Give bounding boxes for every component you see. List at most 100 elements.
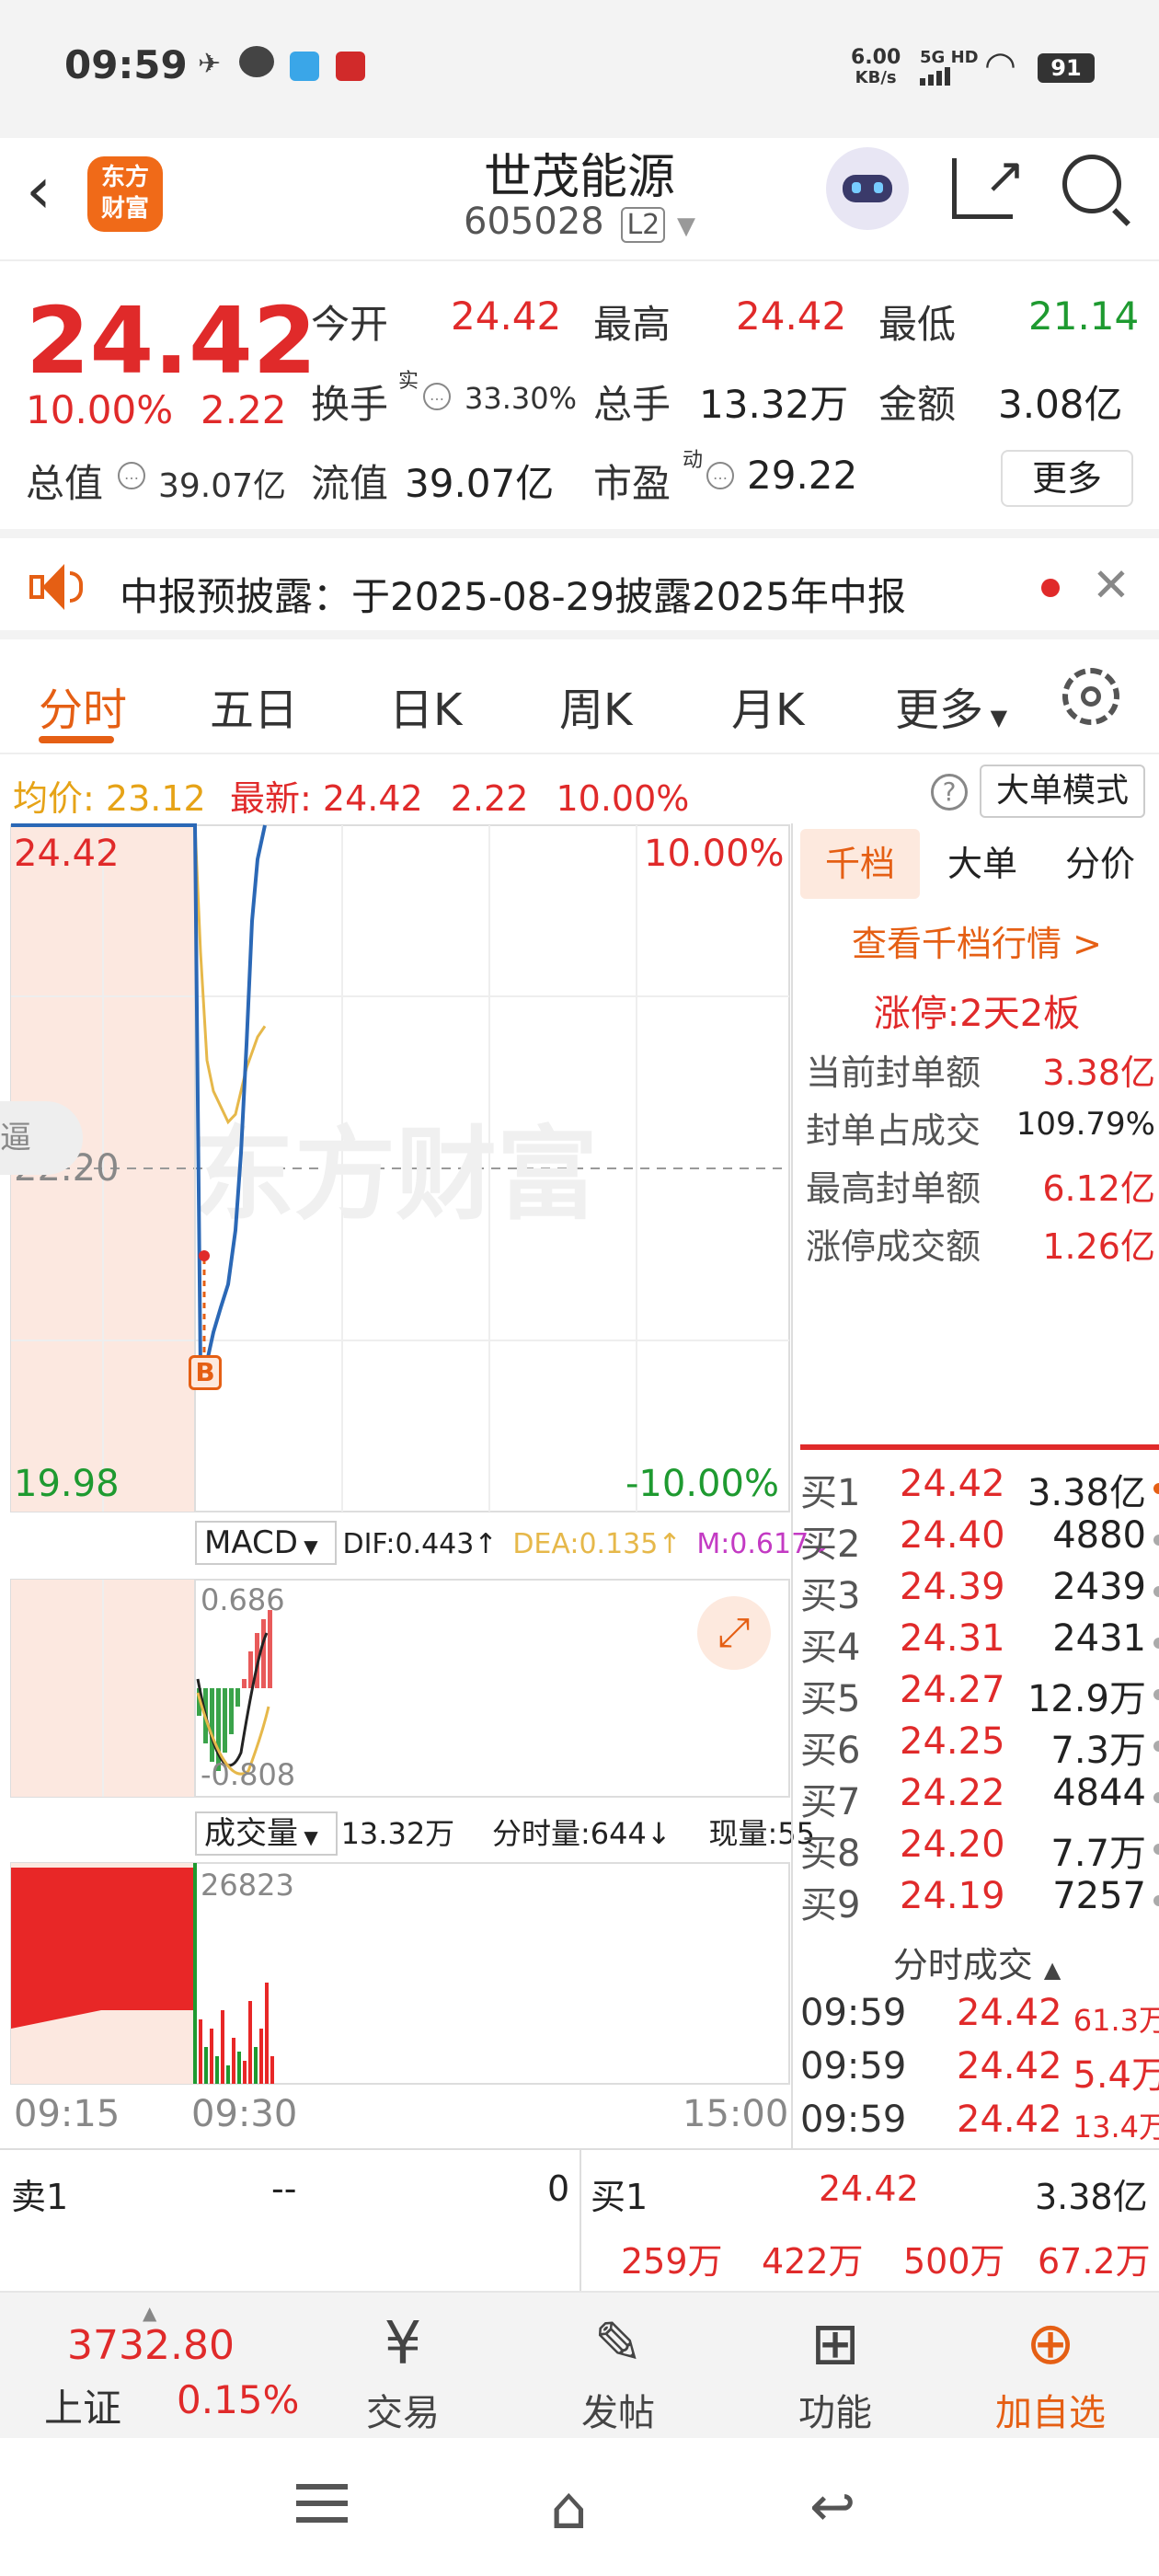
tab-five-day[interactable]: 五日 <box>210 673 298 738</box>
app2-icon <box>336 52 365 81</box>
volume-bar <box>243 2061 247 2084</box>
settings-icon[interactable] <box>1062 668 1119 725</box>
macd-bar <box>235 1688 240 1707</box>
search-icon[interactable] <box>1062 155 1130 226</box>
add-watchlist-button[interactable]: ⊕ 加自选 <box>968 2311 1133 2436</box>
extra-4: 67.2万 <box>1038 2241 1151 2282</box>
menu-icon[interactable] <box>296 2484 348 2523</box>
buy1-vol: 3.38亿 <box>1035 2177 1148 2217</box>
info-icon[interactable]: … <box>423 383 451 410</box>
stock-header: ‹ 东方 财富 世茂能源 605028 L2 ▼ ↗ <box>0 138 1159 258</box>
more-button[interactable]: 更多 <box>1001 450 1133 507</box>
limit-up-info: 涨停:2天2板 <box>873 993 1081 1035</box>
close-icon[interactable]: ✕ <box>1092 558 1130 612</box>
help-icon[interactable]: ? <box>931 774 968 811</box>
book-dot <box>1153 1741 1159 1752</box>
view-thousand-link[interactable]: 查看千档行情 > <box>793 915 1159 966</box>
divider <box>800 1444 1159 1450</box>
order-book-row[interactable]: 买7 24.22 4844 <box>800 1772 1159 1823</box>
book-label: 买6 <box>800 1730 861 1772</box>
chevron-up-icon: ▲ <box>1043 1957 1061 1983</box>
unread-dot <box>1041 579 1060 597</box>
index-widget[interactable]: ▲ 3732.80 上证 0.15% <box>37 2302 313 2431</box>
trade-button[interactable]: ¥ 交易 <box>320 2311 486 2436</box>
volume-bar <box>254 2047 258 2084</box>
bottom-toolbar: ▲ 3732.80 上证 0.15% ¥ 交易 ✎ 发帖 ⊞ 功能 ⊕ 加自选 <box>0 2291 1159 2438</box>
macd-bar <box>268 1610 272 1688</box>
order-book-row[interactable]: 买4 24.31 2431 <box>800 1617 1159 1669</box>
order-book-panel: 千档 大单 分价 查看千档行情 > 涨停:2天2板 当前封单额 3.38亿 封单占… <box>791 823 1159 2148</box>
book-label: 买7 <box>800 1781 861 1823</box>
open-value: 24.42 <box>451 293 562 339</box>
tab-more[interactable]: 更多 ▼ <box>895 673 1007 738</box>
tab-timeshare[interactable]: 分时 <box>39 673 127 738</box>
mktcap-value: 39.07亿 <box>158 467 287 505</box>
volume-bar <box>226 2065 230 2084</box>
volume-bar <box>221 2010 224 2084</box>
home-icon[interactable]: ⌂ <box>550 2475 588 2543</box>
order-book-row[interactable]: 买2 24.40 4880 <box>800 1514 1159 1566</box>
tick-volume: 13.4万 <box>1073 2110 1159 2145</box>
tab-thousand-level[interactable]: 千档 <box>800 829 920 899</box>
tick-price: 24.42 <box>957 1992 1062 2034</box>
tab-weekly-k[interactable]: 周K <box>559 673 632 738</box>
battery-icon: 91 <box>1038 53 1095 83</box>
robot-assistant-icon[interactable] <box>826 147 909 230</box>
notice-text: 中报预披露：于2025-08-29披露2025年中报 <box>120 574 906 619</box>
app-icon <box>290 52 319 81</box>
tab-monthly-k[interactable]: 月K <box>731 673 804 738</box>
float-label: 流值 <box>311 461 389 506</box>
volume-bar <box>232 2038 235 2084</box>
tab-price-dist[interactable]: 分价 <box>1041 829 1159 899</box>
pe-label: 市盈 <box>593 461 671 506</box>
side-tabs: 千档 大单 分价 <box>800 829 1159 899</box>
intraday-chart-area[interactable]: 东方财富 24.42 10.00% 22.20 逼 19.98 -10.00% … <box>0 823 832 2144</box>
order-book-row[interactable]: 买6 24.25 7.3万 <box>800 1720 1159 1772</box>
chart-info-bar: 均价: 23.12 最新: 24.42 2.22 10.00% ? 大单模式 <box>0 759 1159 823</box>
book-price: 24.25 <box>900 1720 1005 1763</box>
book-volume: 2431 <box>1052 1617 1146 1660</box>
sell1-price: -- <box>271 2168 297 2209</box>
order-book-row[interactable]: 买3 24.39 2439 <box>800 1566 1159 1617</box>
signal-icon: 5G HD <box>920 48 979 86</box>
big-order-mode-button[interactable]: 大单模式 <box>980 765 1145 818</box>
auction-volume <box>11 1868 193 2029</box>
book-label: 买2 <box>800 1524 861 1566</box>
volume-bar <box>270 2056 274 2084</box>
share-icon[interactable]: ↗ <box>952 151 1026 219</box>
plus-circle-icon: ⊕ <box>1026 2310 1075 2378</box>
level-badge[interactable]: L2 <box>621 207 666 243</box>
book-volume: 2439 <box>1052 1566 1146 1608</box>
info-icon[interactable]: … <box>118 462 145 489</box>
buy-marker[interactable]: B <box>189 1355 222 1390</box>
macd-selector[interactable]: MACD ▼ <box>195 1521 338 1565</box>
volume-selector[interactable]: 成交量 ▼ <box>195 1811 338 1856</box>
order-book-row[interactable]: 买5 24.27 12.9万 <box>800 1669 1159 1720</box>
side-tag[interactable]: 逼 <box>0 1101 83 1175</box>
order-book-row[interactable]: 买8 24.20 7.7万 <box>800 1823 1159 1875</box>
tab-big-order[interactable]: 大单 <box>927 829 1038 899</box>
order-book-row[interactable]: 买9 24.19 7257 <box>800 1875 1159 1926</box>
tick-volume: 5.4万 <box>1073 2054 1159 2097</box>
chevron-down-icon[interactable]: ▼ <box>677 213 695 240</box>
info-icon[interactable]: … <box>706 462 734 489</box>
time-label-close: 15:00 <box>683 2093 789 2135</box>
tab-daily-k[interactable]: 日K <box>389 673 462 738</box>
speaker-icon <box>29 564 85 610</box>
watermark: 东方财富 <box>193 1119 598 1232</box>
book-price: 24.31 <box>900 1617 1005 1660</box>
book-dot <box>1153 1689 1159 1700</box>
functions-button[interactable]: ⊞ 功能 <box>752 2311 918 2436</box>
notice-bar[interactable]: 中报预披露：于2025-08-29披露2025年中报 ✕ <box>0 529 1159 639</box>
book-volume: 7257 <box>1052 1875 1146 1917</box>
quote-panel: 24.42 10.00% 2.22 今开 24.42 最高 24.42 最低 2… <box>0 259 1159 526</box>
sell1-vol: 0 <box>547 2168 570 2209</box>
order-book-row[interactable]: 买1 24.42 3.38亿 <box>800 1463 1159 1514</box>
ticks-title[interactable]: 分时成交 ▲ <box>793 1937 1159 1987</box>
expand-icon[interactable]: ⤢ <box>697 1596 771 1670</box>
post-button[interactable]: ✎ 发帖 <box>535 2311 701 2436</box>
wifi-icon: ◠ <box>984 44 1016 86</box>
bottom-quote-strip: 卖1 -- 0 买1 24.42 3.38亿 259万 422万 500万 67… <box>0 2148 1159 2293</box>
axis-top-price: 24.42 <box>14 833 120 875</box>
back-nav-icon[interactable]: ↩ <box>809 2475 855 2539</box>
